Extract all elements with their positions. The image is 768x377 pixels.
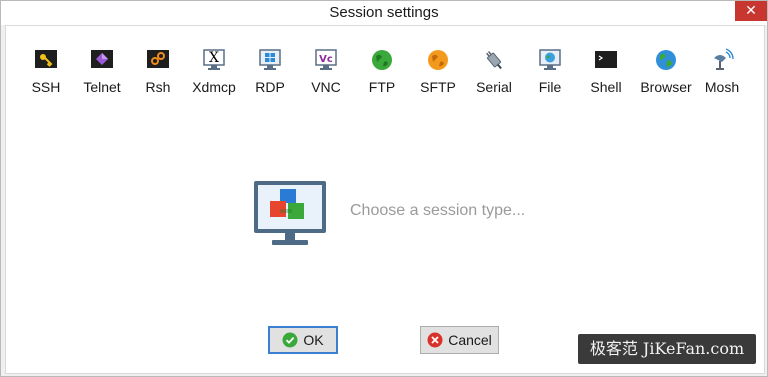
- sftp-globe-icon: [428, 50, 448, 70]
- session-type-telnet[interactable]: Telnet: [74, 44, 130, 106]
- xdmcp-icon: X: [203, 49, 225, 70]
- vnc-icon: Vc: [315, 49, 337, 70]
- key-icon: [35, 50, 57, 68]
- session-type-label: FTP: [368, 79, 396, 95]
- check-icon: [282, 332, 298, 348]
- file-monitor-icon: [539, 49, 561, 70]
- session-type-mosh[interactable]: Mosh: [694, 44, 750, 106]
- telnet-icon: [91, 50, 113, 68]
- session-type-label: Rsh: [145, 79, 171, 95]
- session-type-ssh[interactable]: SSH: [18, 44, 74, 106]
- cancel-button-label: Cancel: [448, 332, 492, 348]
- session-type-file[interactable]: File: [522, 44, 578, 106]
- session-type-rdp[interactable]: RDP: [242, 44, 298, 106]
- session-type-label: Telnet: [83, 79, 121, 95]
- session-type-label: Browser: [640, 79, 692, 95]
- serial-plug-icon: [486, 51, 502, 70]
- session-type-xdmcp[interactable]: X Xdmcp: [186, 44, 242, 106]
- mosh-antenna-icon: [714, 48, 734, 70]
- cancel-button[interactable]: Cancel: [420, 326, 499, 354]
- watermark: 极客范 JiKeFan.com: [578, 334, 756, 364]
- session-type-shell[interactable]: Shell: [578, 44, 634, 106]
- session-type-label: RDP: [255, 79, 285, 95]
- session-type-label: File: [538, 79, 562, 95]
- session-type-browser[interactable]: Browser: [638, 44, 694, 106]
- terminal-icon: [595, 51, 617, 68]
- session-type-monitor-icon: [254, 181, 326, 245]
- session-type-rsh[interactable]: Rsh: [130, 44, 186, 106]
- ok-button-label: OK: [303, 332, 324, 348]
- session-type-label: Xdmcp: [192, 79, 236, 95]
- session-type-label: SFTP: [420, 79, 456, 95]
- cancel-icon: [427, 332, 443, 348]
- ok-button[interactable]: OK: [268, 326, 338, 354]
- session-type-serial[interactable]: Serial: [466, 44, 522, 106]
- window-title: Session settings: [329, 4, 439, 21]
- session-type-prompt: Choose a session type...: [350, 202, 526, 219]
- session-type-label: SSH: [31, 79, 61, 95]
- session-type-toolbar: SSH Telnet Rsh X Xdmcp RDP Vc VNC FTP SF…: [12, 44, 752, 114]
- session-type-sftp[interactable]: SFTP: [410, 44, 466, 106]
- svg-text:X: X: [209, 50, 219, 66]
- svg-text:Vc: Vc: [319, 54, 333, 65]
- session-type-label: Serial: [476, 79, 512, 95]
- session-type-label: Shell: [590, 79, 622, 95]
- session-type-label: Mosh: [704, 79, 740, 95]
- session-type-ftp[interactable]: FTP: [354, 44, 410, 106]
- browser-globe-icon: [656, 50, 676, 70]
- session-settings-dialog: Session settings ✕ SSH Telnet Rsh X Xdmc…: [0, 0, 768, 377]
- rdp-icon: [259, 49, 281, 70]
- session-type-label: VNC: [311, 79, 341, 95]
- close-button[interactable]: ✕: [735, 1, 767, 21]
- session-panel: SSH Telnet Rsh X Xdmcp RDP Vc VNC FTP SF…: [5, 25, 765, 374]
- ftp-globe-icon: [372, 50, 392, 70]
- session-type-vnc[interactable]: Vc VNC: [298, 44, 354, 106]
- rsh-icon: [147, 50, 169, 68]
- title-bar: Session settings ✕: [1, 1, 767, 25]
